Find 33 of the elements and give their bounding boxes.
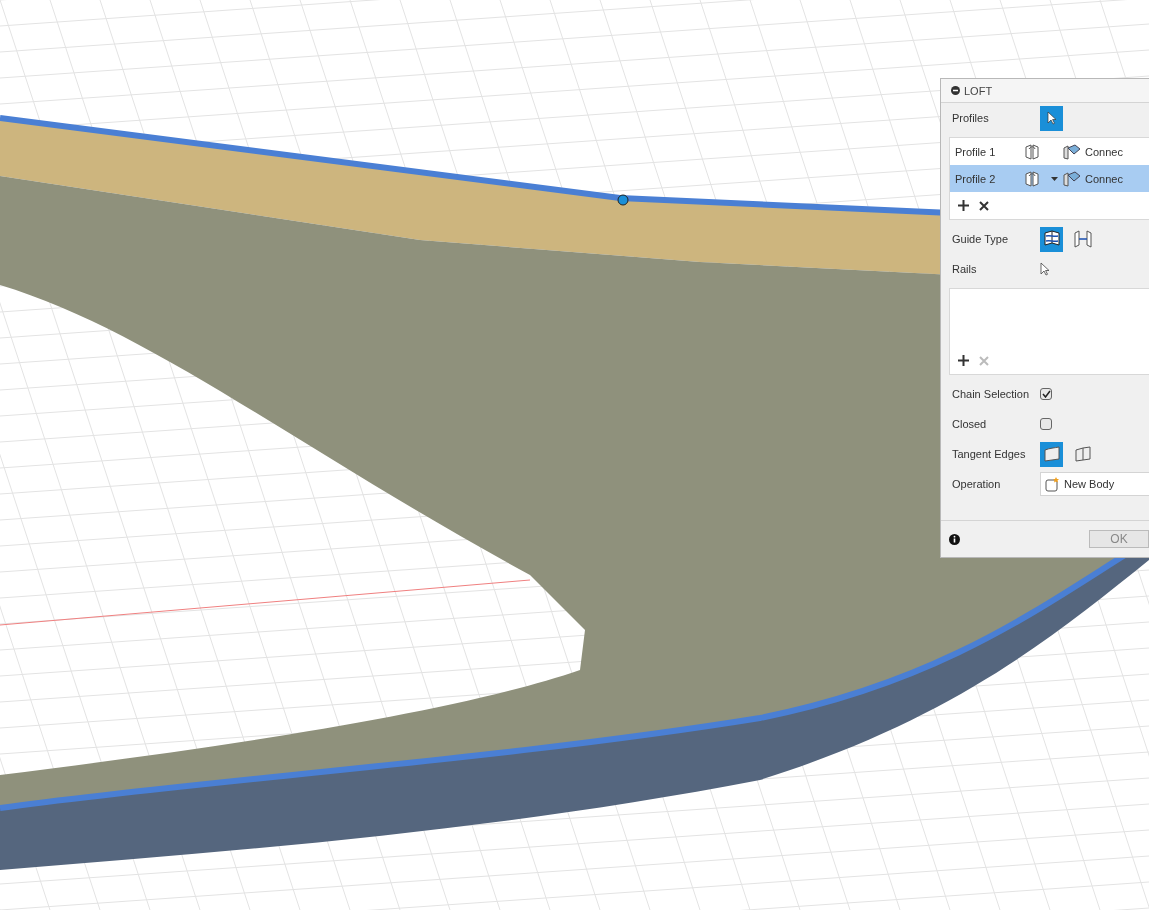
- flip-icon[interactable]: [1023, 142, 1041, 161]
- select-button[interactable]: [1040, 105, 1063, 131]
- field-label: Operation: [952, 478, 1002, 490]
- checkbox[interactable]: [1040, 418, 1052, 430]
- connect-icon: [1063, 170, 1081, 187]
- profile-name: Profile 1: [955, 145, 997, 158]
- end-condition[interactable]: Connec: [1085, 145, 1123, 158]
- profile-row[interactable]: Profile 2 Connec: [950, 165, 1149, 192]
- operation-dropdown[interactable]: New Body: [1040, 472, 1149, 496]
- caret-icon[interactable]: [1051, 176, 1058, 181]
- field-label: Profiles: [952, 112, 990, 124]
- checkbox[interactable]: [1040, 388, 1052, 400]
- info-icon[interactable]: [949, 533, 960, 545]
- delete-icon[interactable]: [979, 200, 989, 211]
- connect-icon: [1063, 143, 1081, 160]
- profile-row[interactable]: Profile 1 Connec: [950, 138, 1149, 165]
- tangent-edges-button[interactable]: [1040, 441, 1063, 467]
- flip-icon[interactable]: [1023, 169, 1041, 188]
- field-label: Rails: [952, 263, 978, 275]
- guide-type-button[interactable]: [1040, 226, 1063, 252]
- field-label: Chain Selection: [952, 388, 1031, 400]
- profile-name: Profile 2: [955, 172, 997, 185]
- add-icon[interactable]: [958, 200, 969, 211]
- field-label: Tangent Edges: [952, 448, 1027, 460]
- collapse-icon[interactable]: [951, 86, 960, 95]
- field-label: Guide Type: [952, 233, 1010, 245]
- add-icon[interactable]: [958, 355, 969, 366]
- field-label: Closed: [952, 418, 988, 430]
- end-condition[interactable]: Connec: [1085, 172, 1123, 185]
- new-body-icon: [1044, 476, 1060, 492]
- pointer-icon[interactable]: [1040, 262, 1050, 276]
- dialog-title: LOFT: [964, 84, 993, 97]
- pointer-icon: [1046, 111, 1057, 125]
